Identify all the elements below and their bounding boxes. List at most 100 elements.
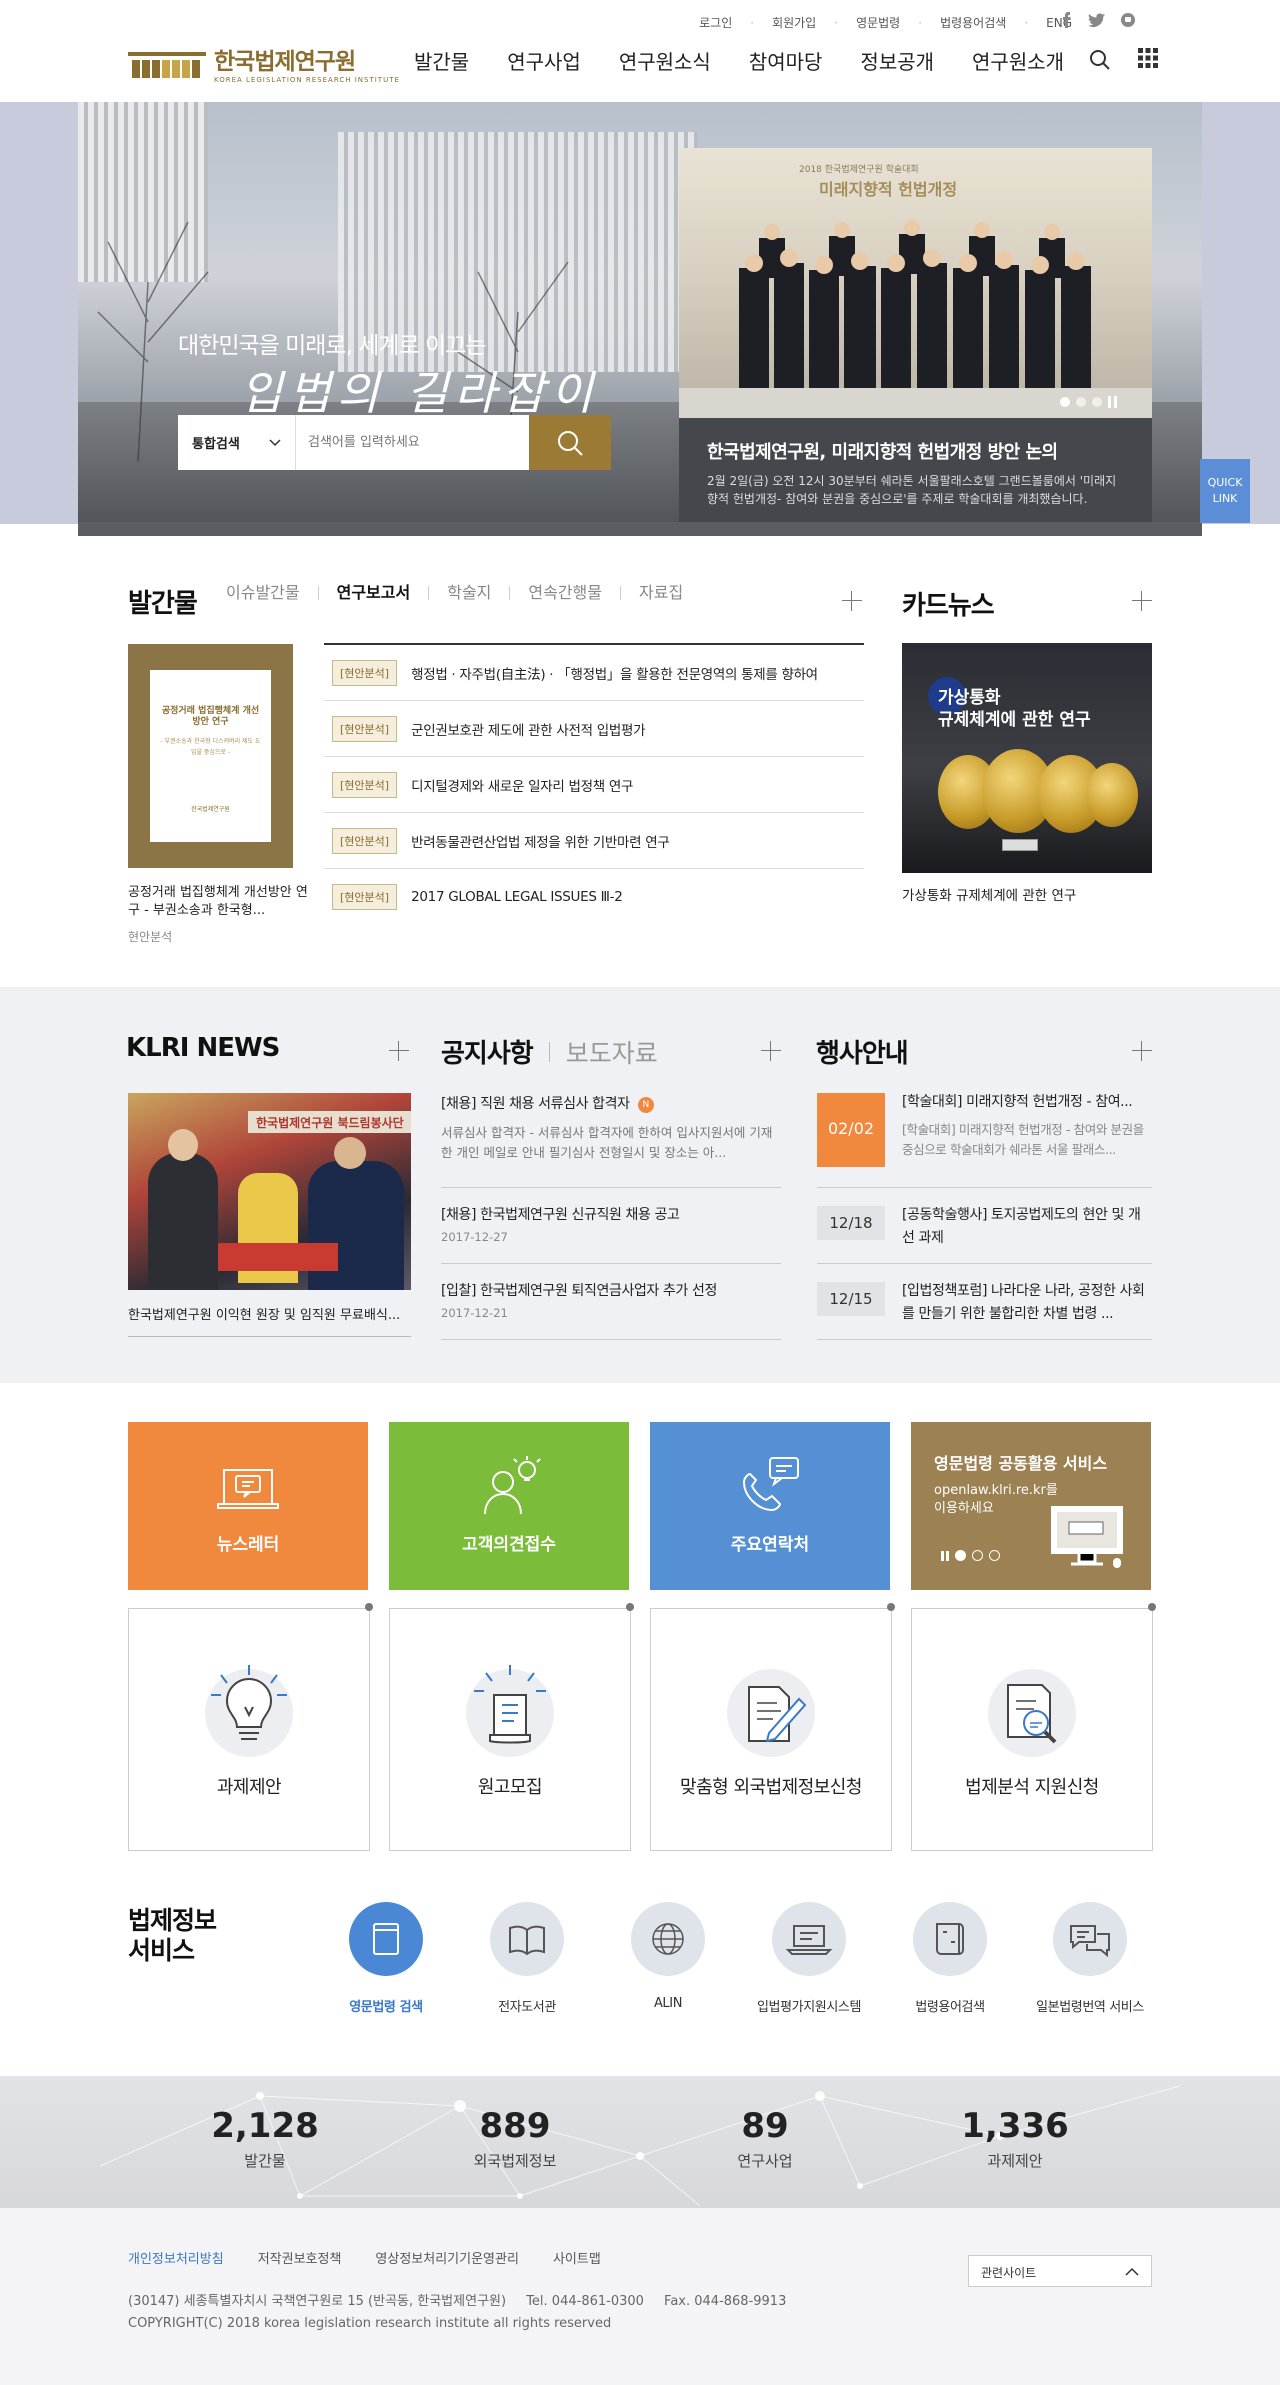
card-news-image[interactable]: 가상통화 규제체계에 관한 연구 [902,643,1152,873]
notice-title: [입찰] 한국법제연구원 퇴직연금사업자 추가 선정 [441,1283,717,1299]
service-e-library[interactable]: 전자도서관 [457,1902,597,2015]
search-icon[interactable] [1088,48,1112,72]
tab-research-report[interactable]: 연구보고서 [317,585,429,601]
hero-tagline: 대한민국을 미래로, 세계로 이끄는 [178,333,486,359]
list-item[interactable]: [현안분석] 디지털경제와 새로운 일자리 법정책 연구 [324,757,864,813]
book-cover-subtitle: - 부권소송과 한국형 디스커버리 제도 도입을 중심으로 - [160,738,261,756]
laptop-icon [785,1925,833,1955]
search-button[interactable] [529,415,611,470]
english-law-service-tile[interactable]: 영문법령 공동활용 서비스 openlaw.klri.re.kr를 이용하세요 [911,1422,1151,1590]
quick-link-button[interactable]: QUICK LINK [1200,459,1250,523]
stat-research: 89 연구사업 [665,2106,865,2171]
event-title[interactable]: [입법정책포럼] 나라다운 나라, 공정한 사회를 만들기 위한 불합리한 차별… [902,1280,1152,1326]
notice-item[interactable]: [채용] 직원 채용 서류심사 합격자 N 서류심사 합격자 - 서류심사 합격… [441,1093,781,1163]
nav-participation[interactable]: 참여마당 [749,46,823,75]
featured-book-cover[interactable]: 공정거래 법집행체계 개선방안 연구 - 부권소송과 한국형 디스커버리 제도 … [128,644,293,868]
klri-news-photo[interactable]: 한국법제연구원 북드림봉사단 [128,1093,411,1290]
quick-link-label: LINK [1212,492,1238,505]
twitter-icon[interactable] [1088,12,1106,28]
login-link[interactable]: 로그인 [699,14,732,31]
category-tag: [현안분석] [332,884,398,910]
list-item[interactable]: [현안분석] 군인권보호관 제도에 관한 사전적 입법평가 [324,701,864,757]
cctv-policy-link[interactable]: 영상정보처리기기운영관리 [375,2248,519,2267]
tab-materials[interactable]: 자료집 [620,585,701,601]
service-japanese-law-translation[interactable]: 일본법령번역 서비스 [1020,1902,1160,2015]
pause-icon[interactable] [941,1550,949,1561]
slide-dot[interactable] [972,1550,983,1561]
nav-news[interactable]: 연구원소식 [619,46,711,75]
related-sites-select[interactable]: 관련사이트 [968,2255,1152,2287]
slide-dot[interactable] [989,1550,1000,1561]
klri-news-caption[interactable]: 한국법제연구원 이익현 원장 및 임직원 무료배식... [128,1304,411,1323]
slide-dot[interactable] [1076,397,1086,407]
pause-icon[interactable] [1108,396,1118,408]
service-law-term-search[interactable]: 법령용어검색 [880,1902,1020,2015]
privacy-policy-link[interactable]: 개인정보처리방침 [128,2248,224,2267]
foreign-law-request-box[interactable]: 맞춤형 외국법제정보신청 [650,1603,895,1851]
customer-opinion-tile[interactable]: 고객의견접수 [389,1422,629,1590]
law-term-link[interactable]: 법령용어검색 [940,14,1006,31]
notice-item[interactable]: [채용] 한국법제연구원 신규직원 채용 공고 2017-12-27 [441,1204,781,1244]
list-item[interactable]: [현안분석] 2017 GLOBAL LEGAL ISSUES Ⅲ-2 [324,869,864,925]
tab-press[interactable]: 보도자료 [566,1034,658,1070]
logo-korean: 한국법제연구원 [214,49,356,75]
manuscript-box[interactable]: 원고모집 [389,1603,634,1851]
fax-text: Fax. 044-868-9913 [664,2294,787,2309]
tab-issue[interactable]: 이슈발간물 [226,585,318,601]
separator: · [834,15,839,30]
sitemap-link[interactable]: 사이트맵 [553,2248,601,2267]
publication-title: 군인권보호관 제도에 관한 사전적 입법평가 [411,722,646,739]
all-menu-icon[interactable] [1138,48,1158,68]
separator: · [918,15,923,30]
event-date-badge: 12/18 [817,1206,885,1240]
card-news-more-icon[interactable] [1132,591,1152,611]
copyright-text: COPYRIGHT(C) 2018 korea legislation rese… [128,2316,612,2331]
task-proposal-box[interactable]: 과제제안 [128,1603,373,1851]
tab-journal[interactable]: 학술지 [428,585,509,601]
copyright-policy-link[interactable]: 저작권보호정책 [258,2248,342,2267]
publications-more-icon[interactable] [842,591,862,611]
service-legislative-evaluation[interactable]: 입법평가지원시스템 [739,1902,879,2015]
tile-title: 영문법령 공동활용 서비스 [934,1454,1108,1473]
slide-dot[interactable] [1060,397,1070,407]
pin-icon [887,1603,895,1611]
events-more-icon[interactable] [1132,1041,1152,1061]
event-title[interactable]: [공동학술행사] 토지공법제도의 현안 및 개선 과제 [902,1204,1152,1250]
notice-item[interactable]: [입찰] 한국법제연구원 퇴직연금사업자 추가 선정 2017-12-21 [441,1280,781,1320]
newsletter-tile[interactable]: 뉴스레터 [128,1422,368,1590]
blog-icon[interactable] [1120,12,1136,28]
chevron-down-icon [269,438,281,446]
tab-notices[interactable]: 공지사항 [441,1033,534,1070]
nav-research[interactable]: 연구사업 [507,46,581,75]
slide-dot[interactable] [955,1550,966,1561]
nav-disclosure[interactable]: 정보공개 [860,46,934,75]
separator: · [1024,15,1029,30]
featured-book-title[interactable]: 공정거래 법집행체계 개선방안 연구 - 부권소송과 한국형... [128,884,308,920]
signup-link[interactable]: 회원가입 [772,14,816,31]
service-alin[interactable]: ALIN [598,1902,738,2011]
card-news-caption[interactable]: 가상통화 규제체계에 관한 연구 [902,884,1076,904]
phone-chat-icon [742,1457,799,1512]
slide-dot[interactable] [1092,397,1102,407]
tile-label: 뉴스레터 [216,1535,280,1555]
hero-news-slide[interactable]: 2018 한국법제연구원 학술대회 미래지향적 헌법개정 한국법제연구원, 미래… [679,148,1152,522]
event-title[interactable]: [학술대회] 미래지향적 헌법개정 - 참여... [902,1091,1232,1114]
list-item[interactable]: [현안분석] 반려동물관련산업법 제정을 위한 기반마련 연구 [324,813,864,869]
english-law-link[interactable]: 영문법령 [856,14,900,31]
contacts-tile[interactable]: 주요연락처 [650,1422,890,1590]
search-input[interactable] [296,415,529,470]
search-scope-select[interactable]: 통합검색 [178,415,296,470]
service-english-law-search[interactable]: 영문법령 검색 [316,1902,456,2015]
nav-publications[interactable]: 발간물 [414,46,469,75]
list-item[interactable]: [현안분석] 행정법 · 자주법(自主法) · 「행정법」을 활용한 전문영역의 … [324,645,864,701]
slide-banner-title: 미래지향적 헌법개정 [819,180,958,199]
nav-about[interactable]: 연구원소개 [972,46,1064,75]
legal-services-title: 법제정보 서비스 [128,1906,217,1966]
publication-list: [현안분석] 행정법 · 자주법(自主法) · 「행정법」을 활용한 전문영역의 … [324,643,864,925]
notice-more-icon[interactable] [761,1041,781,1061]
klri-news-more-icon[interactable] [389,1041,409,1061]
facebook-icon[interactable] [1060,12,1074,28]
legal-analysis-request-box[interactable]: 법제분석 지원신청 [911,1603,1156,1851]
tab-serial[interactable]: 연속간행물 [509,585,620,601]
site-logo[interactable]: 한국법제연구원 KOREA LEGISLATION RESEARCH INSTI… [128,42,400,84]
